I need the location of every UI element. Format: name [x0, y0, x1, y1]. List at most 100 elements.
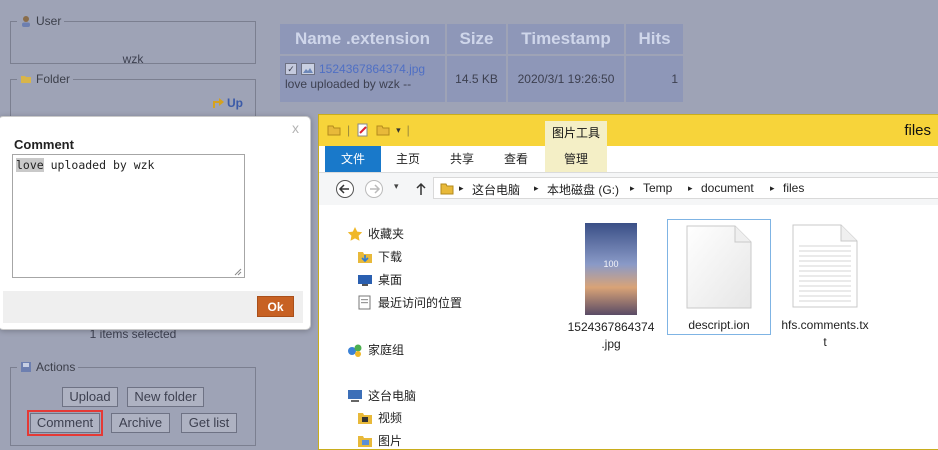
nav-homegroup[interactable]: 家庭组 — [347, 341, 404, 358]
col-timestamp[interactable]: Timestamp — [508, 24, 624, 54]
file-item[interactable]: hfs.comments.tx t — [775, 221, 875, 361]
nav-homegroup-label: 家庭组 — [368, 343, 405, 357]
homegroup-icon — [348, 344, 362, 357]
blank-file-icon — [686, 225, 752, 309]
file-link[interactable]: 1524367864374.jpg — [319, 62, 425, 76]
table-row[interactable]: ✓ 1524367864374.jpg love uploaded by wzk… — [280, 56, 683, 102]
size-cell: 14.5 KB — [447, 56, 506, 102]
folder-icon — [21, 76, 31, 83]
upload-button[interactable]: Upload — [62, 387, 118, 407]
file-name-ext: .jpg — [601, 337, 621, 351]
user-icon — [22, 16, 30, 27]
new-folder-button[interactable]: New folder — [127, 387, 204, 407]
new-folder-icon[interactable] — [376, 123, 390, 137]
user-panel: User wzk — [10, 14, 256, 66]
nav-desktop-label: 桌面 — [378, 273, 403, 287]
hits-cell: 1 — [626, 56, 683, 102]
col-size[interactable]: Size — [447, 24, 506, 54]
name-cell: ✓ 1524367864374.jpg love uploaded by wzk… — [280, 56, 445, 102]
nav-downloads-label: 下载 — [378, 250, 403, 264]
comment-textarea[interactable]: love uploaded by wzk — [12, 154, 245, 278]
image-thumbnail-icon: 100 — [585, 223, 637, 315]
col-name[interactable]: Name .extension — [280, 24, 445, 54]
tab-manage[interactable]: 管理 — [545, 146, 607, 172]
breadcrumb-sep-icon[interactable]: ▸ — [459, 183, 464, 194]
nav-desktop[interactable]: 桌面 — [357, 271, 402, 288]
image-file-icon — [301, 63, 315, 75]
breadcrumb-sep-icon[interactable]: ▸ — [630, 183, 635, 194]
col-hits[interactable]: Hits — [626, 24, 683, 54]
file-name: hfs.comments.tx — [781, 318, 869, 332]
nav-favorites[interactable]: 收藏夹 — [347, 225, 404, 242]
download-folder-icon — [358, 251, 372, 263]
file-name-ext: t — [823, 335, 827, 349]
address-bar-row: ▾ ▸ 这台电脑 ▸ 本地磁盘 (G:) ▸ Temp ▸ document ▸… — [319, 173, 938, 205]
address-box[interactable]: ▸ 这台电脑 ▸ 本地磁盘 (G:) ▸ Temp ▸ document ▸ f… — [433, 177, 938, 199]
breadcrumb-sep-icon[interactable]: ▸ — [534, 183, 539, 194]
archive-button[interactable]: Archive — [111, 413, 170, 433]
ribbon-tabs: 文件 主页 共享 查看 管理 — [319, 146, 938, 173]
comment-button[interactable]: Comment — [27, 410, 103, 436]
tab-file[interactable]: 文件 — [325, 146, 381, 172]
get-list-button[interactable]: Get list — [181, 413, 237, 433]
folder-icon — [440, 183, 454, 195]
nav-downloads[interactable]: 下载 — [357, 248, 402, 265]
dialog-title: Comment — [14, 137, 74, 152]
desktop-icon — [358, 274, 372, 286]
dialog-footer: Ok — [3, 291, 303, 323]
folder-legend-label: Folder — [36, 72, 71, 86]
breadcrumb-item[interactable]: document — [701, 181, 754, 195]
explorer-titlebar: | ▾ | 图片工具 files — [319, 115, 938, 146]
breadcrumb-item[interactable]: files — [783, 181, 804, 195]
nav-videos-label: 视频 — [378, 411, 403, 425]
explorer-window: | ▾ | 图片工具 files 文件 主页 共享 查看 管理 ▾ ▸ 这台电脑… — [318, 114, 938, 450]
user-name: wzk — [122, 52, 144, 66]
breadcrumb-item[interactable]: 本地磁盘 (G:) — [547, 181, 619, 198]
row-checkbox[interactable]: ✓ — [285, 63, 297, 75]
close-icon[interactable]: x — [292, 120, 299, 136]
file-name: descript.ion — [688, 318, 750, 332]
actions-legend: Actions — [17, 360, 78, 374]
folder-icon — [327, 125, 341, 136]
forward-arrow-icon[interactable] — [364, 179, 384, 199]
file-item[interactable]: descript.ion — [667, 219, 771, 335]
nav-videos[interactable]: 视频 — [357, 409, 402, 426]
ok-button[interactable]: Ok — [257, 296, 294, 317]
nav-favorites-label: 收藏夹 — [368, 227, 405, 241]
actions-legend-label: Actions — [36, 360, 76, 374]
up-arrow-icon — [213, 98, 224, 108]
file-table: Name .extension Size Timestamp Hits ✓ 15… — [278, 22, 685, 104]
file-item[interactable]: 100 1524367864374 .jpg — [565, 221, 657, 361]
recent-places-icon — [358, 295, 371, 309]
properties-icon[interactable] — [356, 123, 370, 137]
timestamp-cell: 2020/3/1 19:26:50 — [508, 56, 624, 102]
back-arrow-icon[interactable] — [335, 179, 355, 199]
folder-legend: Folder — [17, 72, 73, 86]
file-view: 100 1524367864374 .jpg descript.ion hfs.… — [535, 207, 938, 449]
nav-recent[interactable]: 最近访问的位置 — [357, 294, 462, 311]
nav-pictures[interactable]: 图片 — [357, 432, 402, 449]
resize-handle-icon[interactable] — [234, 268, 242, 276]
breadcrumb-sep-icon[interactable]: ▸ — [770, 183, 775, 194]
breadcrumb-sep-icon[interactable]: ▸ — [688, 183, 693, 194]
picture-tools-tab[interactable]: 图片工具 — [545, 121, 607, 146]
up-arrow-icon[interactable] — [414, 182, 428, 196]
nav-this-pc-label: 这台电脑 — [368, 389, 417, 403]
window-title: files — [904, 122, 931, 139]
tab-home[interactable]: 主页 — [387, 146, 429, 172]
chevron-down-icon[interactable]: ▾ — [396, 125, 401, 136]
recent-chevron-icon[interactable]: ▾ — [394, 181, 399, 192]
quick-access-toolbar: | ▾ | — [327, 123, 410, 137]
tab-view[interactable]: 查看 — [495, 146, 537, 172]
file-comment: love uploaded by wzk -- — [285, 77, 412, 91]
breadcrumb-item[interactable]: Temp — [643, 181, 672, 195]
nav-this-pc[interactable]: 这台电脑 — [347, 387, 416, 404]
navigation-pane: 收藏夹 下载 桌面 最近访问的位置 家庭组 这台电脑 视频 图片 — [319, 207, 533, 449]
breadcrumb-item[interactable]: 这台电脑 — [472, 181, 520, 198]
up-link[interactable]: Up — [211, 96, 243, 110]
computer-icon — [348, 389, 362, 402]
tab-share[interactable]: 共享 — [441, 146, 483, 172]
file-name: 1524367864374 — [567, 320, 655, 334]
comment-text: uploaded by wzk — [43, 158, 155, 172]
video-folder-icon — [358, 412, 372, 424]
